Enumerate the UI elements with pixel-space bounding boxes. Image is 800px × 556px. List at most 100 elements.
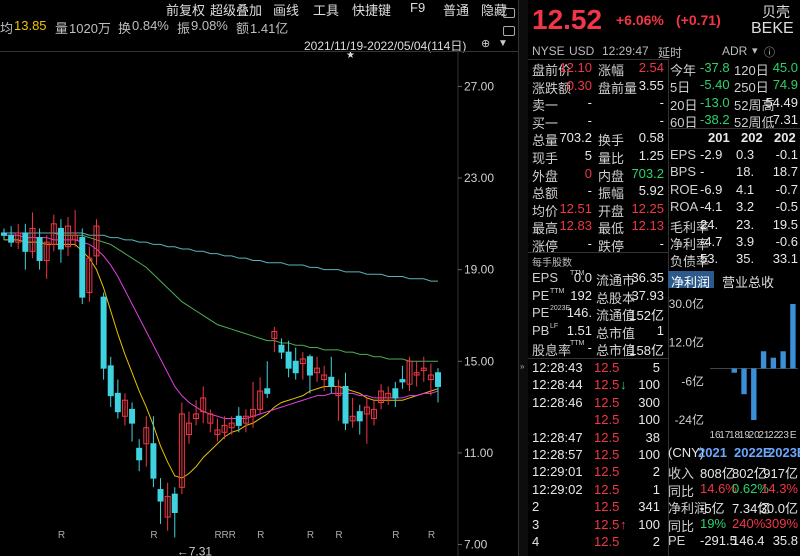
quote-field-label: 换手: [598, 133, 625, 149]
quote-field-label: 涨幅: [598, 63, 625, 78]
fin-label: EPS: [670, 147, 697, 162]
info-icon[interactable]: ⓘ: [764, 44, 775, 60]
fund-value: 158亿: [629, 343, 664, 359]
perf-value: -5.40: [700, 77, 730, 93]
adr-chevron-icon[interactable]: ▾: [752, 44, 758, 57]
fund-label-sup: TTM: [570, 340, 585, 348]
tab-net-profit[interactable]: 净利润: [671, 272, 710, 291]
dividend-marker: R: [428, 530, 435, 541]
quote-field-value: -: [587, 95, 592, 111]
tick-list[interactable]: 12:28:43 12.5 5 12:28:44 12.5 ↓ 100 12:28:46 12.…: [532, 360, 664, 556]
quote-field-label: 量比: [598, 151, 625, 166]
tick-price: 12.5: [594, 499, 620, 515]
window-icon[interactable]: [503, 8, 515, 18]
fund-value: 146.: [566, 305, 592, 321]
perf-label: 20日: [670, 97, 698, 113]
forecast-header: 2021: [698, 445, 727, 460]
quote-field-label: 盘前量: [598, 80, 638, 96]
low-annotation: ←7.31: [177, 544, 213, 556]
tick-time: 12:28:43: [532, 360, 583, 375]
quote-field-value: -: [587, 236, 592, 251]
layout-icon[interactable]: [503, 26, 515, 36]
fin-value: -0.1: [775, 147, 798, 162]
perf-label: 今年: [670, 63, 697, 78]
currency: USD: [569, 44, 595, 58]
fin-value: 33.1: [772, 251, 798, 267]
fund-label: 总市值: [596, 325, 636, 341]
forecast-value: 802亿: [732, 466, 767, 481]
stock-app: 前复权 超级叠加 画线 工具 快捷键 F9 普通 隐藏 均 13.85 量 10…: [0, 0, 800, 556]
perf-value: 45.0: [772, 60, 798, 75]
tick-price: 12.5: [594, 412, 620, 428]
quote-field-value: 0: [584, 165, 592, 181]
quote-field-label: 开盘: [598, 203, 625, 219]
quote-field-value: -: [659, 236, 664, 251]
tick-time: 12:28:44: [532, 377, 583, 393]
dividend-marker: R: [257, 530, 264, 541]
candle-body: [285, 351, 292, 369]
ma-magenta-line: [4, 234, 439, 420]
tick-qty: 100: [638, 377, 660, 393]
quote-field-label: 最高: [532, 221, 559, 237]
turnover-value: 0.84%: [132, 18, 169, 33]
y-tick-label: 23.00: [464, 171, 494, 185]
quote-time: 12:29:47: [602, 44, 649, 58]
stock-name: 贝壳: [762, 4, 790, 20]
quote-field-label: 总额: [532, 186, 559, 202]
panel-splitter[interactable]: »: [518, 0, 528, 556]
quote-field-value: 703.2: [631, 165, 664, 181]
fund-label: PB: [532, 322, 550, 338]
fund-label: EPS: [532, 270, 559, 285]
net-profit-bar: [770, 357, 777, 369]
tick-time: 12:29:01: [532, 464, 583, 480]
fin-value: -6.9: [700, 181, 723, 197]
quote-field-value: 12.13: [631, 218, 664, 234]
candle-body: [1, 232, 7, 236]
fin-label: ROA: [670, 199, 699, 215]
candle-body: [79, 237, 86, 298]
fund-value: 36.35: [631, 270, 664, 285]
adr-label: ADR: [722, 44, 748, 58]
candle-body: [306, 356, 313, 376]
quote-field-value: -: [659, 112, 664, 128]
performance-table: 今年 -37.8 120日 45.0 5日 -5.40 250日 74.9 20日 -13.0 52…: [670, 60, 800, 132]
candle-body: [328, 376, 335, 387]
candlestick-chart[interactable]: 27.00 23.00 19.00 15.00 11.00 7.00 ←7.31 R R R R R R…: [0, 52, 518, 556]
quote-field-label: 卖一: [532, 98, 559, 114]
quote-field-value: 0.58: [638, 130, 664, 146]
dropdown-icon[interactable]: ⊕: [481, 37, 490, 50]
avg-value: 13.85: [14, 18, 47, 33]
forecast-value: 19%: [700, 515, 727, 531]
forecast-label: PE: [668, 533, 686, 549]
net-profit-bar: [731, 368, 737, 373]
chevron-down-icon[interactable]: ▼: [498, 38, 508, 49]
tick-price: 12.5: [594, 481, 620, 497]
fin-value: 53.: [700, 251, 719, 267]
candle-body: [107, 365, 114, 397]
tick-qty: 2: [652, 534, 660, 549]
dividend-marker: R: [58, 530, 65, 541]
tick-arrow-icon: ↓: [620, 377, 627, 393]
perf-value: 74.9: [772, 77, 798, 93]
candle-body: [235, 415, 242, 426]
fin-value: -: [700, 164, 705, 180]
collapse-icon[interactable]: »: [520, 362, 524, 371]
forecast-label: 收入: [668, 466, 695, 481]
tick-qty: 5: [652, 360, 660, 375]
divider: [528, 252, 668, 253]
perf-value: -38.2: [700, 112, 730, 128]
fin-value: 19.5: [772, 216, 798, 232]
forecast-header: 2022E: [734, 445, 772, 460]
quote-table: 盘前价 12.10 涨幅 2.54 涨跌额 0.30 盘前量 3.55 卖一 - - 买一 - - 总量 70…: [532, 60, 664, 260]
candle-body: [435, 372, 441, 387]
tab-total-revenue[interactable]: 营业总收: [722, 272, 774, 291]
fin-value: -0.6: [775, 234, 798, 249]
fund-label-sup: LF: [550, 322, 559, 330]
fin-year-header: 201: [708, 130, 730, 145]
tick-price: 12.5: [594, 394, 620, 410]
candle-body: [100, 296, 107, 369]
tick-price: 12.5: [594, 377, 620, 393]
quote-field-value: 12.83: [559, 218, 592, 234]
ma-yellow-line: [4, 239, 439, 479]
fin-value: -0.5: [775, 199, 798, 215]
